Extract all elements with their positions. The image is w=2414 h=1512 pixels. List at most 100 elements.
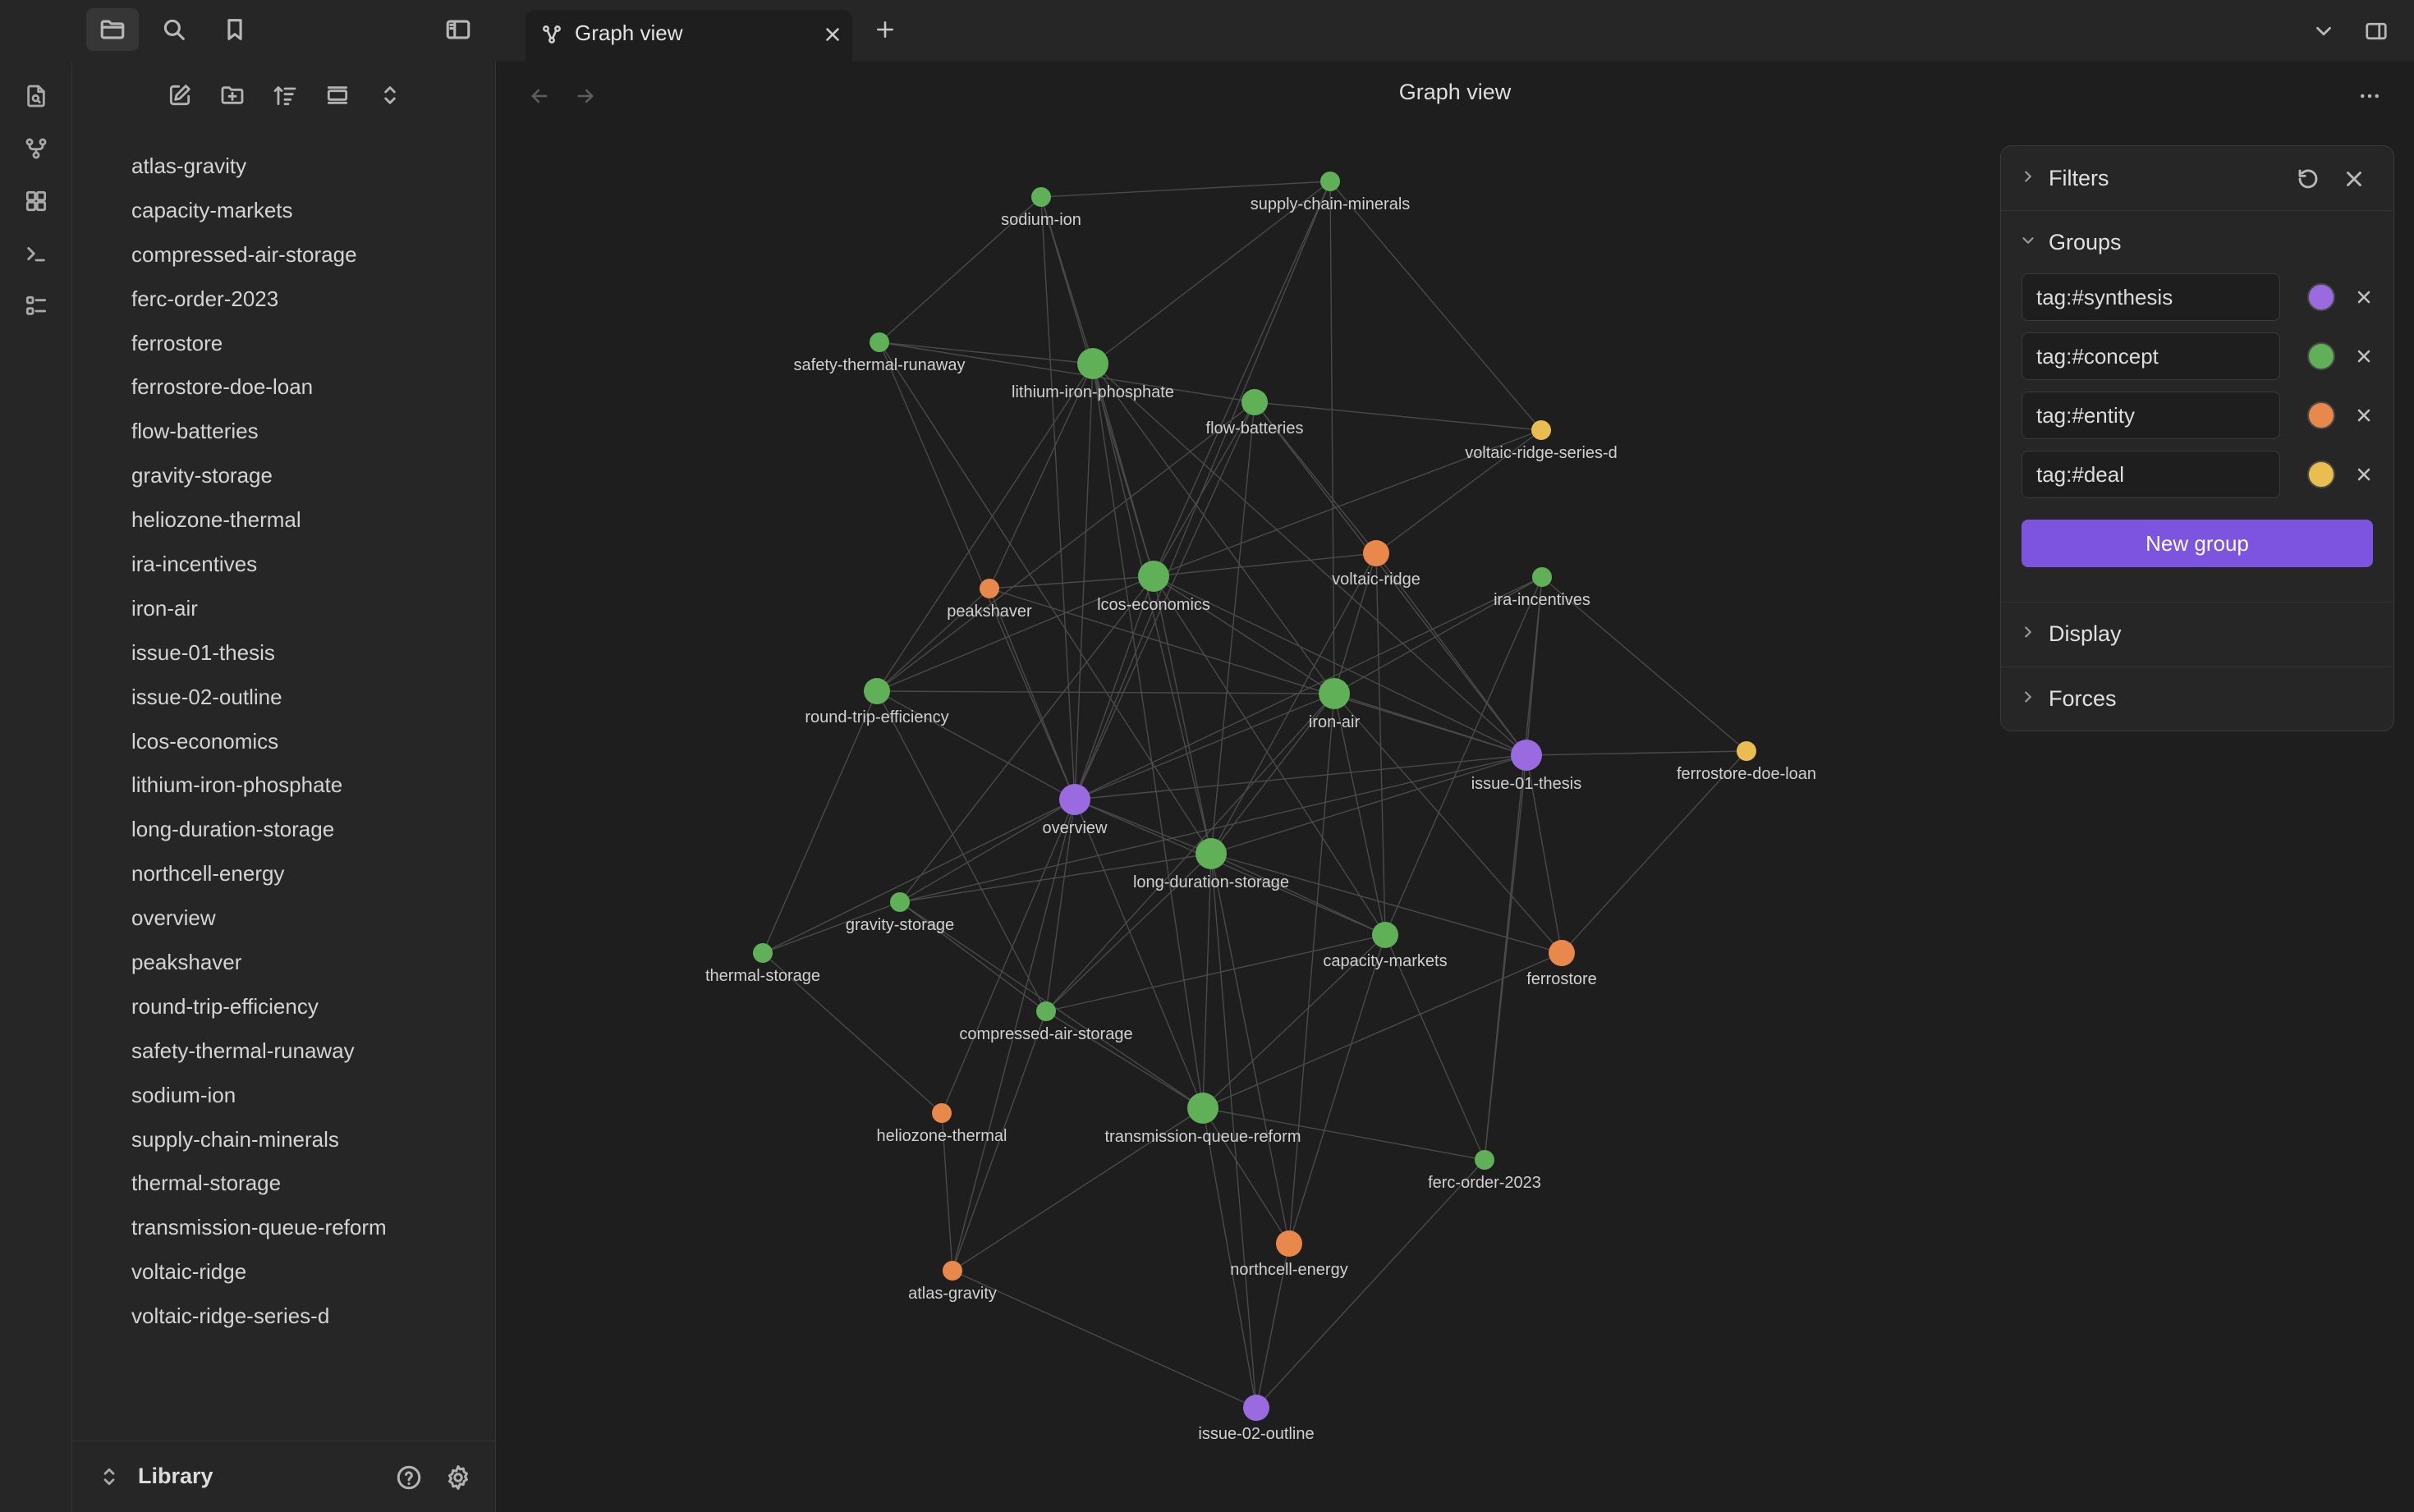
graph-node[interactable]: safety-thermal-runaway bbox=[794, 332, 966, 374]
close-tab-button[interactable] bbox=[819, 21, 846, 48]
group-color-swatch[interactable] bbox=[2307, 342, 2335, 370]
graph-node-dot[interactable] bbox=[1138, 561, 1169, 592]
file-item[interactable]: issue-02-outline bbox=[72, 676, 496, 720]
graph-node[interactable]: capacity-markets bbox=[1323, 922, 1448, 970]
auto-reveal-button[interactable] bbox=[317, 75, 358, 116]
file-item[interactable]: gravity-storage bbox=[72, 454, 496, 498]
graph-node-dot[interactable] bbox=[1196, 838, 1227, 869]
bookmarks-tab-button[interactable] bbox=[209, 8, 261, 51]
graph-node[interactable]: ira-incentives bbox=[1494, 567, 1590, 609]
tab-graph-view[interactable]: Graph view bbox=[525, 10, 852, 62]
remove-group-button[interactable] bbox=[2350, 342, 2378, 370]
vault-name[interactable]: Library bbox=[138, 1464, 213, 1489]
graph-node-dot[interactable] bbox=[1531, 420, 1551, 440]
file-item[interactable]: atlas-gravity bbox=[72, 144, 496, 189]
graph-node-dot[interactable] bbox=[1549, 940, 1575, 966]
new-note-button[interactable] bbox=[159, 75, 200, 116]
graph-node-dot[interactable] bbox=[1475, 1150, 1494, 1170]
file-item[interactable]: peakshaver bbox=[72, 941, 496, 985]
graph-node[interactable]: voltaic-ridge bbox=[1332, 540, 1420, 589]
file-item[interactable]: heliozone-thermal bbox=[72, 498, 496, 543]
graph-node-dot[interactable] bbox=[1737, 741, 1756, 761]
file-item[interactable]: overview bbox=[72, 896, 496, 941]
graph-node[interactable]: lithium-iron-phosphate bbox=[1012, 348, 1174, 401]
graph-node-dot[interactable] bbox=[1372, 922, 1398, 948]
graph-node[interactable]: heliozone-thermal bbox=[877, 1103, 1007, 1145]
settings-button[interactable] bbox=[442, 1461, 475, 1494]
file-item[interactable]: capacity-markets bbox=[72, 189, 496, 233]
file-item[interactable]: issue-01-thesis bbox=[72, 631, 496, 676]
file-item[interactable]: lcos-economics bbox=[72, 720, 496, 764]
toggle-left-sidebar-button[interactable] bbox=[432, 8, 484, 51]
graph-node-dot[interactable] bbox=[943, 1261, 962, 1281]
graph-node[interactable]: voltaic-ridge-series-d bbox=[1465, 420, 1618, 462]
graph-node-dot[interactable] bbox=[1241, 389, 1268, 415]
graph-node[interactable]: sodium-ion bbox=[1001, 187, 1081, 229]
file-item[interactable]: ira-incentives bbox=[72, 543, 496, 587]
graph-node-dot[interactable] bbox=[980, 579, 999, 598]
toggle-right-sidebar-button[interactable] bbox=[2360, 15, 2393, 48]
display-section[interactable]: Display bbox=[2001, 602, 2393, 666]
file-item[interactable]: iron-air bbox=[72, 587, 496, 631]
graph-node-dot[interactable] bbox=[932, 1103, 952, 1123]
remove-group-button[interactable] bbox=[2350, 283, 2378, 311]
graph-node[interactable]: ferrostore-doe-loan bbox=[1677, 741, 1816, 783]
graph-node[interactable]: iron-air bbox=[1309, 678, 1361, 731]
search-tab-button[interactable] bbox=[148, 8, 200, 51]
graph-node[interactable]: gravity-storage bbox=[846, 892, 954, 934]
groups-section[interactable]: Groups bbox=[2001, 210, 2393, 274]
filters-section[interactable]: Filters bbox=[2001, 146, 2393, 210]
file-item[interactable]: round-trip-efficiency bbox=[72, 985, 496, 1029]
file-item[interactable]: northcell-energy bbox=[72, 852, 496, 896]
graph-node[interactable]: round-trip-efficiency bbox=[805, 678, 949, 726]
graph-node-dot[interactable] bbox=[1036, 1001, 1056, 1021]
file-item[interactable]: thermal-storage bbox=[72, 1161, 496, 1206]
graph-node-dot[interactable] bbox=[870, 332, 889, 352]
open-quick-switcher-button[interactable] bbox=[18, 78, 54, 114]
forces-section[interactable]: Forces bbox=[2001, 667, 2393, 731]
file-item[interactable]: compressed-air-storage bbox=[72, 233, 496, 277]
open-canvas-button[interactable] bbox=[18, 183, 54, 219]
open-bases-button[interactable] bbox=[18, 288, 54, 324]
group-query-input[interactable]: tag:#entity bbox=[2022, 392, 2280, 439]
file-item[interactable]: ferc-order-2023 bbox=[72, 277, 496, 322]
file-item[interactable]: transmission-queue-reform bbox=[72, 1206, 496, 1250]
file-item[interactable]: flow-batteries bbox=[72, 410, 496, 454]
group-query-input[interactable]: tag:#synthesis bbox=[2022, 273, 2280, 321]
graph-node[interactable]: atlas-gravity bbox=[908, 1261, 997, 1303]
open-command-palette-button[interactable] bbox=[18, 236, 54, 272]
graph-node[interactable]: ferc-order-2023 bbox=[1428, 1150, 1541, 1192]
file-item[interactable]: ferrostore-doe-loan bbox=[72, 365, 496, 410]
graph-node-dot[interactable] bbox=[864, 678, 890, 704]
close-controls-button[interactable] bbox=[2339, 164, 2369, 194]
graph-node[interactable]: thermal-storage bbox=[705, 943, 820, 985]
remove-group-button[interactable] bbox=[2350, 460, 2378, 488]
change-sort-order-button[interactable] bbox=[264, 75, 305, 116]
more-options-button[interactable] bbox=[2353, 80, 2386, 112]
graph-node-dot[interactable] bbox=[1363, 540, 1389, 566]
graph-node[interactable]: transmission-queue-reform bbox=[1105, 1093, 1301, 1146]
graph-node-dot[interactable] bbox=[1187, 1093, 1218, 1124]
expand-all-button[interactable] bbox=[369, 75, 411, 116]
new-folder-button[interactable] bbox=[212, 75, 253, 116]
group-query-input[interactable]: tag:#concept bbox=[2022, 332, 2280, 380]
graph-node[interactable]: compressed-air-storage bbox=[959, 1001, 1133, 1043]
graph-node-dot[interactable] bbox=[753, 943, 773, 963]
help-button[interactable] bbox=[392, 1461, 425, 1494]
graph-node-dot[interactable] bbox=[1243, 1395, 1269, 1421]
file-item[interactable]: voltaic-ridge-series-d bbox=[72, 1294, 496, 1339]
graph-node-dot[interactable] bbox=[1511, 740, 1542, 771]
graph-node-dot[interactable] bbox=[1077, 348, 1108, 379]
group-query-input[interactable]: tag:#deal bbox=[2022, 451, 2280, 498]
graph-node-dot[interactable] bbox=[890, 892, 910, 912]
file-item[interactable]: ferrostore bbox=[72, 322, 496, 366]
graph-node[interactable]: long-duration-storage bbox=[1133, 838, 1289, 891]
new-group-button[interactable]: New group bbox=[2022, 520, 2373, 567]
open-graph-view-button[interactable] bbox=[18, 131, 54, 167]
graph-node-dot[interactable] bbox=[1276, 1230, 1302, 1257]
restore-defaults-button[interactable] bbox=[2293, 164, 2323, 194]
files-tab-button[interactable] bbox=[86, 8, 139, 51]
graph-node-dot[interactable] bbox=[1320, 172, 1340, 191]
group-color-swatch[interactable] bbox=[2307, 460, 2335, 488]
file-item[interactable]: sodium-ion bbox=[72, 1074, 496, 1118]
